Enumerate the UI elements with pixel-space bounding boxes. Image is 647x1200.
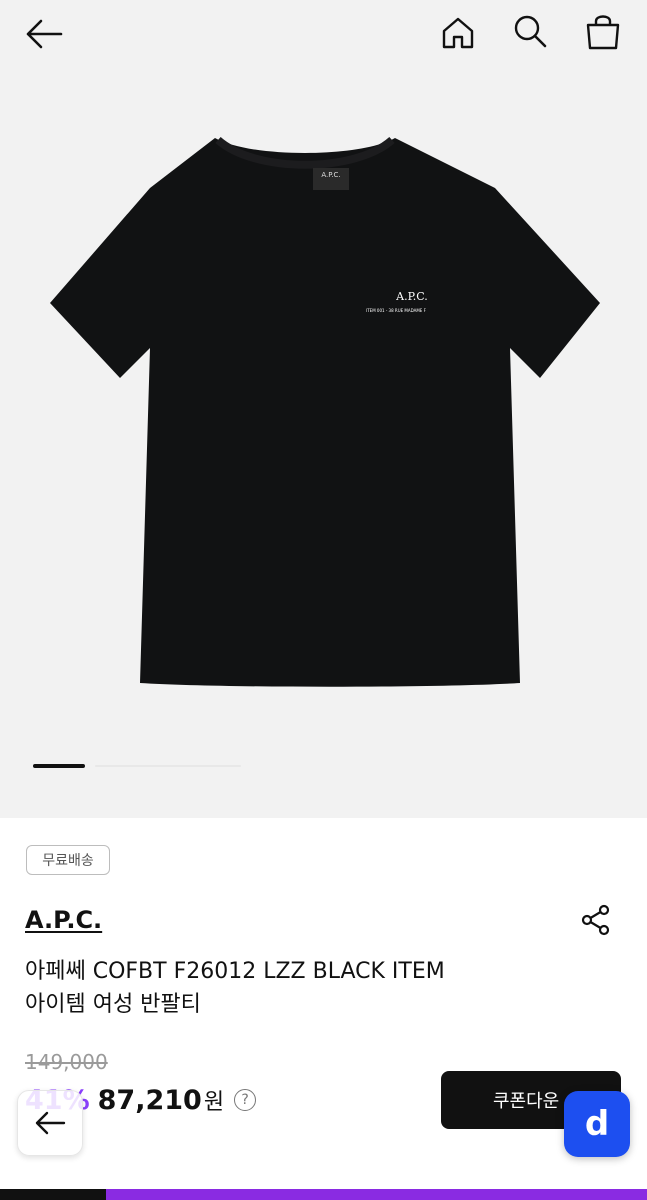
sale-price: 87,210 xyxy=(97,1084,202,1116)
home-icon xyxy=(442,17,474,49)
shirt-tagline: ITEM 001 - 38 RUE MADAME F xyxy=(366,308,427,313)
original-price: 149,000 xyxy=(25,1050,108,1074)
product-image-tshirt: A.P.C. A.P.C. ITEM 001 - 38 RUE MADAME F xyxy=(50,136,600,687)
shopping-bag-icon xyxy=(586,15,620,50)
pagination-track xyxy=(95,765,241,767)
product-title-line2: 아이템 여성 반팔티 xyxy=(25,992,201,1017)
shirt-neck-label: A.P.C. xyxy=(321,171,340,179)
share-button[interactable] xyxy=(576,900,616,940)
pagination-active-indicator xyxy=(33,764,85,768)
currency-unit: 원 xyxy=(203,1090,225,1115)
arrow-left-icon xyxy=(26,19,63,49)
cart-button[interactable] xyxy=(582,10,624,52)
price-help-icon[interactable]: ? xyxy=(234,1089,257,1111)
floating-back-button[interactable] xyxy=(17,1090,83,1156)
arrow-left-icon xyxy=(35,1111,66,1135)
brand-link[interactable]: A.P.C. xyxy=(25,906,102,934)
gallery-pagination xyxy=(33,764,243,768)
search-icon xyxy=(514,15,547,48)
bottom-progress-fill xyxy=(106,1189,647,1200)
free-shipping-badge: 무료배송 xyxy=(26,845,110,875)
search-button[interactable] xyxy=(509,10,551,52)
app-logo-button[interactable]: d xyxy=(564,1091,630,1157)
back-button[interactable] xyxy=(22,14,66,54)
share-icon xyxy=(581,904,610,936)
shirt-logo: A.P.C. xyxy=(395,290,428,303)
bottom-progress-bar xyxy=(0,1189,647,1200)
product-title: 아페쎄 COFBT F26012 LZZ BLACK ITEM 아이템 여성 반… xyxy=(25,955,585,1021)
home-button[interactable] xyxy=(437,12,479,54)
product-title-line1: 아페쎄 COFBT F26012 LZZ BLACK ITEM xyxy=(25,959,445,984)
product-image-gallery[interactable]: A.P.C. A.P.C. ITEM 001 - 38 RUE MADAME F xyxy=(0,0,647,818)
